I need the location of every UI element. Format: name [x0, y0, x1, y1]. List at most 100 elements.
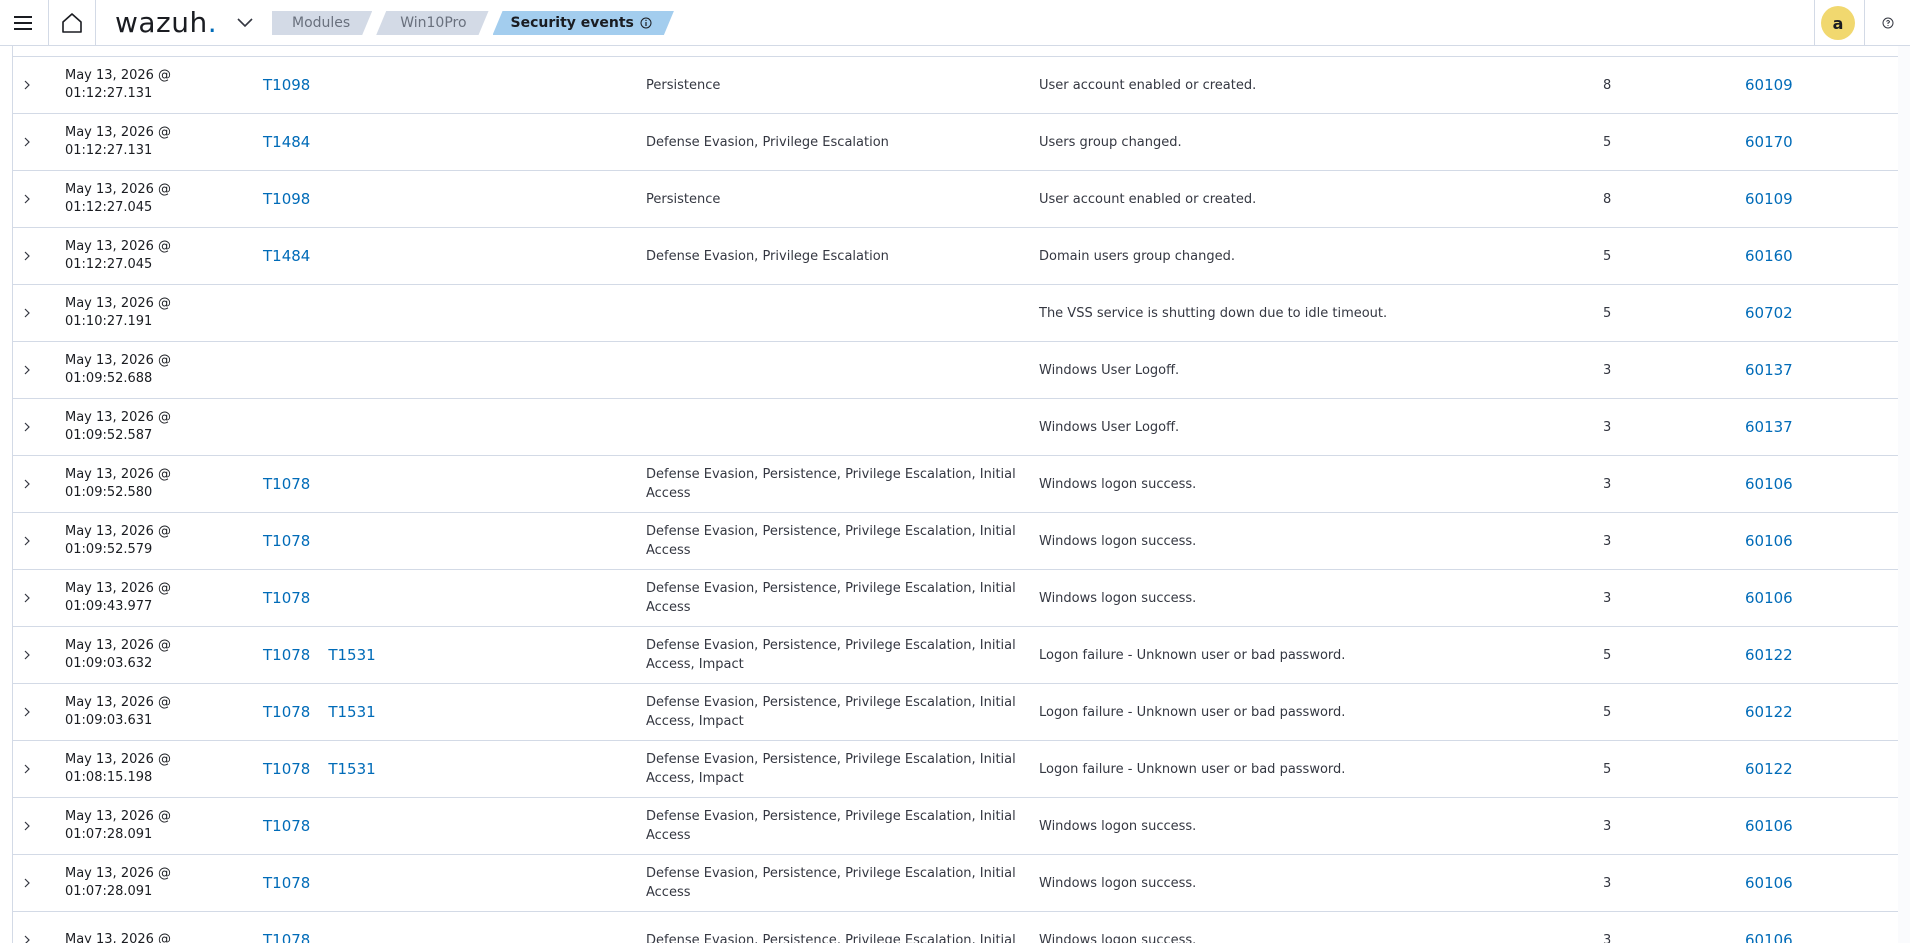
rule-id-link[interactable]: 60170 — [1745, 133, 1793, 151]
table-row[interactable]: May 13, 2026 @ 01:12:27.131 T1098 Persisten… — [13, 57, 1899, 114]
menu-button[interactable] — [0, 0, 46, 46]
rule-id-link[interactable]: 60106 — [1745, 475, 1793, 493]
table-row[interactable]: May 13, 2026 @ 01:09:52.579 T1078 Defense E… — [13, 513, 1899, 570]
expand-row-button[interactable] — [13, 684, 41, 740]
rule-id-link[interactable]: 60106 — [1745, 817, 1793, 835]
rule-id-link[interactable]: 60106 — [1745, 589, 1793, 607]
technique-link[interactable]: T1078 — [263, 475, 310, 493]
timestamp-date: May 13, 2026 @ — [65, 752, 172, 767]
technique-link[interactable]: T1531 — [328, 703, 375, 721]
technique-link[interactable]: T1484 — [263, 247, 310, 265]
rule-id-link[interactable]: 60109 — [1745, 76, 1793, 94]
chevron-right-icon — [24, 308, 30, 318]
table-row[interactable]: May 13, 2026 @ 01:09:52.688 Windows User L… — [13, 342, 1899, 399]
technique-link[interactable]: T1531 — [328, 760, 375, 778]
expand-row-button[interactable] — [13, 741, 41, 797]
technique-link[interactable]: T1078 — [263, 931, 310, 943]
technique-link[interactable]: T1531 — [328, 646, 375, 664]
expand-row-button[interactable] — [13, 627, 41, 683]
technique-link[interactable]: T1078 — [263, 589, 310, 607]
description-cell: Domain users group changed. — [1039, 248, 1235, 264]
table-row[interactable]: May 13, 2026 @ 01:09:03.632 T1078 T1531 Defe… — [13, 627, 1899, 684]
table-row[interactable]: May 13, 2026 @ 01:07:28.091 T1078 Defense E… — [13, 798, 1899, 855]
scrollbar[interactable] — [1898, 46, 1910, 943]
table-row[interactable]: May 13, 2026 @ 01:10:27.191 The VSS servic… — [13, 285, 1899, 342]
tactic-cell — [646, 342, 1016, 398]
technique-link[interactable]: T1078 — [263, 817, 310, 835]
technique-cell: T1484 — [263, 114, 623, 170]
technique-link[interactable]: T1078 — [263, 703, 310, 721]
expand-row-button[interactable] — [13, 171, 41, 227]
technique-link[interactable]: T1078 — [263, 646, 310, 664]
table-row[interactable]: May 13, 2026 @ 01:12:27.131 T1484 Defense E… — [13, 114, 1899, 171]
timestamp-time: 01:09:52.587 — [65, 428, 153, 443]
breadcrumb-agent[interactable]: Win10Pro — [376, 11, 488, 35]
table-row[interactable]: May 13, 2026 @ 01:09:03.631 T1078 T1531 Defe… — [13, 684, 1899, 741]
rule-id-link[interactable]: 60122 — [1745, 703, 1793, 721]
table-row[interactable]: May 13, 2026 @ 01:09:52.580 T1078 Defense E… — [13, 456, 1899, 513]
expand-row-button[interactable] — [13, 570, 41, 626]
description-cell: Windows logon success. — [1039, 932, 1197, 943]
table-row[interactable]: May 13, 2026 @ T1078 Defense Evasion, Pers… — [13, 912, 1899, 943]
chevron-down-icon[interactable] — [235, 13, 255, 33]
table-row[interactable]: May 13, 2026 @ 01:12:27.045 T1098 Persisten… — [13, 171, 1899, 228]
table-row[interactable]: May 13, 2026 @ 01:09:52.587 Windows User L… — [13, 399, 1899, 456]
expand-row-button[interactable] — [13, 855, 41, 911]
rule-id-link[interactable]: 60702 — [1745, 304, 1793, 322]
info-icon[interactable] — [640, 17, 652, 29]
technique-link[interactable]: T1078 — [263, 760, 310, 778]
rule-id-link[interactable]: 60109 — [1745, 190, 1793, 208]
expand-row-button[interactable] — [13, 57, 41, 113]
timestamp-time: 01:09:03.631 — [65, 713, 153, 728]
chevron-right-icon — [24, 479, 30, 489]
rule-id-link[interactable]: 60137 — [1745, 361, 1793, 379]
rule-id-link[interactable]: 60122 — [1745, 760, 1793, 778]
table-row[interactable]: May 13, 2026 @ 01:09:43.977 T1078 Defense E… — [13, 570, 1899, 627]
user-menu[interactable]: a — [1814, 0, 1865, 46]
rule-id-cell: 60170 — [1745, 114, 1845, 170]
timestamp-date: May 13, 2026 @ — [65, 68, 172, 83]
rule-id-cell: 60702 — [1745, 285, 1845, 341]
rule-id-link[interactable]: 60106 — [1745, 532, 1793, 550]
expand-row-button[interactable] — [13, 798, 41, 854]
technique-link[interactable]: T1098 — [263, 190, 310, 208]
timestamp-time: 01:12:27.045 — [65, 257, 153, 272]
expand-row-button[interactable] — [13, 399, 41, 455]
rule-id-link[interactable]: 60137 — [1745, 418, 1793, 436]
table-row[interactable]: May 13, 2026 @ 01:07:28.091 T1078 Defense E… — [13, 855, 1899, 912]
tactic-cell — [646, 399, 1016, 455]
rule-id-link[interactable]: 60106 — [1745, 931, 1793, 943]
help-button[interactable] — [1864, 0, 1910, 46]
rule-id-link[interactable]: 60122 — [1745, 646, 1793, 664]
rule-id-link[interactable]: 60106 — [1745, 874, 1793, 892]
expand-row-button[interactable] — [13, 912, 41, 943]
avatar[interactable]: a — [1821, 6, 1855, 40]
rule-id-link[interactable]: 60160 — [1745, 247, 1793, 265]
technique-cell: T1078 T1531 — [263, 627, 623, 683]
expand-row-button[interactable] — [13, 114, 41, 170]
expand-row-button[interactable] — [13, 456, 41, 512]
chevron-right-icon — [24, 650, 30, 660]
technique-link[interactable]: T1078 — [263, 874, 310, 892]
hamburger-menu-icon — [14, 16, 32, 30]
home-button[interactable] — [48, 0, 96, 46]
expand-row-button[interactable] — [13, 342, 41, 398]
technique-link[interactable]: T1098 — [263, 76, 310, 94]
table-row[interactable]: May 13, 2026 @ 01:12:27.045 T1484 Defense E… — [13, 228, 1899, 285]
expand-row-button[interactable] — [13, 228, 41, 284]
tactic-cell: Persistence — [646, 77, 721, 93]
technique-link[interactable]: T1484 — [263, 133, 310, 151]
breadcrumb-modules[interactable]: Modules — [272, 11, 372, 35]
expand-row-button[interactable] — [13, 513, 41, 569]
level-cell: 3 — [1603, 875, 1612, 891]
table-row[interactable]: May 13, 2026 @ 01:08:15.198 T1078 T1531 Defe… — [13, 741, 1899, 798]
technique-link[interactable]: T1078 — [263, 532, 310, 550]
wazuh-logo[interactable]: wazuh. — [115, 6, 217, 39]
chevron-right-icon — [24, 821, 30, 831]
expand-row-button[interactable] — [13, 285, 41, 341]
technique-cell: T1098 — [263, 171, 623, 227]
tactic-cell: Defense Evasion, Persistence, Privilege … — [646, 866, 1016, 900]
rule-id-cell: 60160 — [1745, 228, 1845, 284]
timestamp-date: May 13, 2026 @ — [65, 467, 172, 482]
rule-id-cell: 60109 — [1745, 171, 1845, 227]
